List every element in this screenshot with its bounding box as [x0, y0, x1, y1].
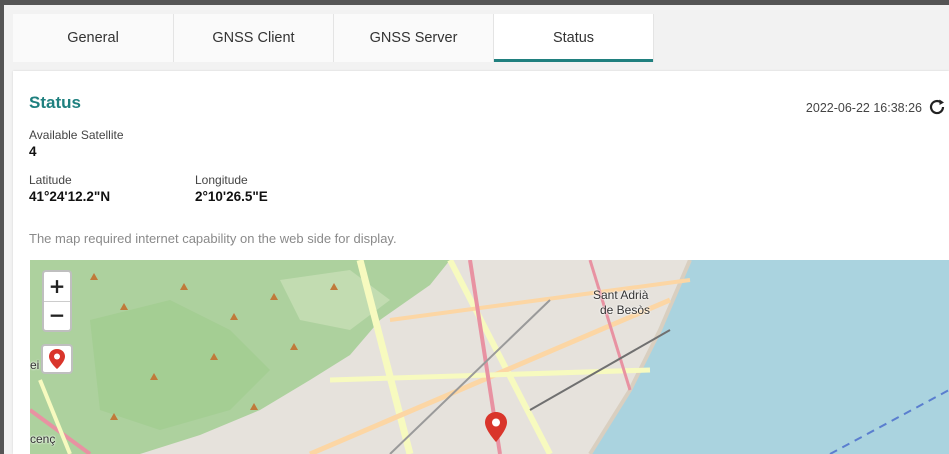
- satellite-value: 4: [29, 144, 37, 159]
- longitude-label: Longitude: [195, 173, 248, 187]
- zoom-out-button[interactable]: −: [44, 301, 70, 330]
- zoom-control: + −: [42, 270, 72, 332]
- latitude-label: Latitude: [29, 173, 72, 187]
- tab-bar: General GNSS Client GNSS Server Status: [13, 14, 949, 62]
- tab-general[interactable]: General: [13, 14, 174, 62]
- tab-status[interactable]: Status: [494, 14, 654, 62]
- map-edge-label: cenç: [30, 432, 56, 446]
- map-edge-label: ei: [30, 358, 40, 372]
- refresh-icon[interactable]: [927, 97, 947, 117]
- tab-gnss-client[interactable]: GNSS Client: [174, 14, 334, 62]
- latitude-value: 41°24'12.2"N: [29, 189, 111, 204]
- status-panel: Status 2022-06-22 16:38:26 Available Sat…: [13, 71, 949, 454]
- zoom-in-button[interactable]: +: [44, 272, 70, 302]
- location-marker-icon[interactable]: [482, 410, 510, 444]
- map-label-sant-adria: Sant Adrià: [593, 288, 649, 302]
- locate-button[interactable]: [41, 344, 73, 374]
- window-frame-left: [0, 0, 4, 454]
- section-title: Status: [29, 93, 81, 112]
- tab-gnss-server[interactable]: GNSS Server: [334, 14, 494, 62]
- map-label-de-besos: de Besòs: [600, 303, 651, 317]
- map-view[interactable]: Sant Adrià de Besòs ei cenç + −: [30, 260, 949, 454]
- map-marker-icon: [49, 349, 65, 369]
- longitude-value: 2°10'26.5"E: [195, 189, 268, 204]
- satellite-label: Available Satellite: [29, 128, 124, 142]
- timestamp: 2022-06-22 16:38:26: [805, 101, 922, 115]
- map-note: The map required internet capability on …: [29, 231, 397, 246]
- window-frame-top: [0, 0, 949, 5]
